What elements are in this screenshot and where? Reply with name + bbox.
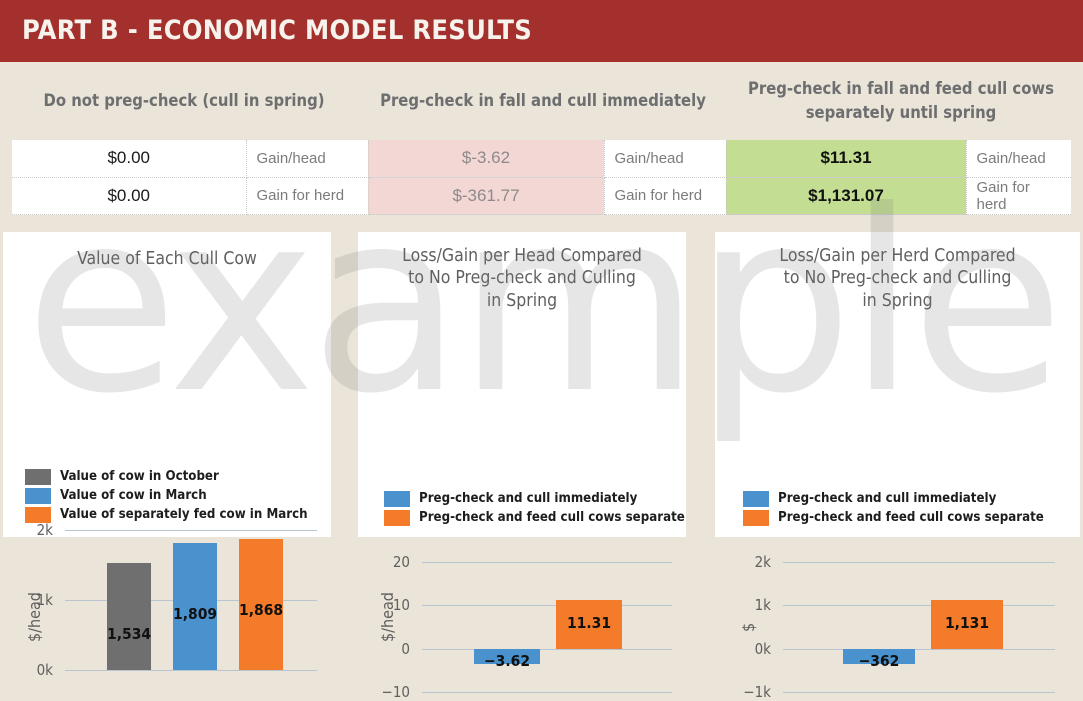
economic-results-table: $0.00 Gain/head $-3.62 Gain/head $11.31 … bbox=[12, 140, 1071, 216]
scenario-header-cull-immediately: Preg-check in fall and cull immediately bbox=[380, 91, 706, 111]
legend-swatch-feed-separate bbox=[384, 509, 410, 526]
scenario-header-feed-separately: Preg-check in fall and feed cull cows se… bbox=[748, 79, 1054, 122]
chart-value-of-each-cull-cow: Value of Each Cull Cow $/head 0k 1k 2k 1,53… bbox=[3, 232, 331, 679]
chart-plot-area: 0k 1k 2k 1,534 1,809 1,868 bbox=[37, 521, 317, 679]
gridline bbox=[65, 530, 317, 531]
cell-baseline-gain-head: $0.00 bbox=[12, 140, 247, 178]
legend-swatch-cull-immediately bbox=[743, 490, 769, 507]
chart-title-line: in Spring bbox=[862, 290, 933, 311]
chart-title-line: to No Preg-check and Culling bbox=[408, 268, 636, 289]
chart-legend: Preg-check and cull immediately Preg-che… bbox=[743, 490, 1044, 528]
y-axis-tick-label: 0k bbox=[754, 639, 771, 658]
label-baseline-gain-head: Gain/head bbox=[246, 140, 369, 178]
legend-item: Preg-check and feed cull cows separate bbox=[743, 509, 1044, 526]
chart-plot-area: −10 0 10 20 −3.62 11.31 bbox=[382, 553, 672, 701]
chart-y-axis-label: $/head bbox=[378, 592, 397, 642]
gridline bbox=[783, 562, 1055, 563]
label-feedsep-gain-herd: Gain for herd bbox=[966, 177, 1071, 216]
y-axis-tick-label: 0 bbox=[401, 639, 410, 658]
y-axis-tick-label: −10 bbox=[381, 683, 410, 701]
gridline bbox=[65, 670, 317, 671]
chart-title-line: in Spring bbox=[486, 290, 558, 311]
chart-plot-area: −1k 0k 1k 2k −362 1,131 bbox=[743, 553, 1055, 701]
legend-label: Value of cow in October bbox=[60, 469, 219, 484]
gridline bbox=[422, 692, 672, 693]
chart-title: Loss/Gain per Head Compared to No Preg-c… bbox=[358, 245, 686, 312]
page-header-band: PART B - ECONOMIC MODEL RESULTS bbox=[0, 0, 1083, 62]
legend-item: Value of cow in March bbox=[25, 487, 308, 504]
bar-data-label: −362 bbox=[858, 651, 900, 670]
legend-item: Value of cow in October bbox=[25, 468, 308, 485]
cell-baseline-gain-herd: $0.00 bbox=[12, 177, 247, 216]
bar-data-label: 1,534 bbox=[107, 624, 152, 643]
y-axis-tick-label: −1k bbox=[743, 683, 771, 701]
legend-swatch-feed-separate bbox=[743, 509, 769, 526]
cell-feedsep-gain-head: $11.31 bbox=[726, 140, 967, 178]
legend-item: Preg-check and feed cull cows separate bbox=[384, 509, 685, 526]
scenario-column-headers: Do not preg-check (cull in spring) Preg-… bbox=[0, 62, 1083, 140]
legend-item: Preg-check and cull immediately bbox=[743, 490, 1044, 507]
y-axis-tick-label: 2k bbox=[754, 553, 771, 571]
legend-label: Value of cow in March bbox=[60, 488, 207, 503]
chart-title-line: Loss/Gain per Herd Compared bbox=[779, 246, 1016, 266]
gridline bbox=[783, 648, 1055, 650]
gridline bbox=[783, 692, 1055, 693]
chart-title-line: Loss/Gain per Head Compared bbox=[402, 246, 642, 266]
chart-legend: Value of cow in October Value of cow in … bbox=[25, 468, 308, 525]
legend-label: Value of separately fed cow in March bbox=[60, 507, 308, 522]
cell-cullnow-gain-head: $-3.62 bbox=[368, 140, 605, 178]
legend-label: Preg-check and cull immediately bbox=[778, 491, 997, 506]
legend-swatch-march bbox=[25, 487, 51, 504]
legend-item: Value of separately fed cow in March bbox=[25, 506, 308, 523]
bar-0 bbox=[107, 562, 151, 670]
table-row: $0.00 Gain for herd $-361.77 Gain for he… bbox=[12, 177, 1071, 216]
legend-swatch-fed-march bbox=[25, 506, 51, 523]
bar-data-label: 1,868 bbox=[239, 601, 284, 620]
y-axis-tick-label: 0k bbox=[36, 661, 53, 679]
page-title: PART B - ECONOMIC MODEL RESULTS bbox=[22, 15, 533, 46]
legend-label: Preg-check and cull immediately bbox=[419, 491, 638, 506]
gridline bbox=[422, 648, 672, 650]
bar-data-label: 1,131 bbox=[944, 614, 990, 633]
legend-label: Preg-check and feed cull cows separate bbox=[778, 510, 1044, 525]
label-baseline-gain-herd: Gain for herd bbox=[246, 177, 369, 216]
chart-title: Value of Each Cull Cow bbox=[77, 249, 257, 269]
bar-data-label: −3.62 bbox=[483, 651, 531, 670]
label-cullnow-gain-head: Gain/head bbox=[604, 140, 727, 178]
label-cullnow-gain-herd: Gain for herd bbox=[604, 177, 727, 216]
gridline bbox=[422, 562, 672, 563]
legend-swatch-cull-immediately bbox=[384, 490, 410, 507]
label-feedsep-gain-head: Gain/head bbox=[966, 140, 1071, 178]
chart-title-line: to No Preg-check and Culling bbox=[783, 268, 1012, 289]
chart-loss-gain-per-herd: Loss/Gain per Herd Compared to No Preg-c… bbox=[715, 232, 1080, 701]
scenario-header-no-pregcheck: Do not preg-check (cull in spring) bbox=[43, 91, 325, 111]
bar-data-label: 1,809 bbox=[173, 605, 218, 624]
chart-y-axis-label: $/head bbox=[25, 592, 44, 642]
y-axis-tick-label: 1k bbox=[754, 596, 771, 615]
legend-item: Preg-check and cull immediately bbox=[384, 490, 685, 507]
cell-cullnow-gain-herd: $-361.77 bbox=[368, 177, 605, 216]
chart-y-axis-label: $ bbox=[739, 622, 758, 632]
table-row: $0.00 Gain/head $-3.62 Gain/head $11.31 … bbox=[12, 140, 1071, 178]
legend-label: Preg-check and feed cull cows separate bbox=[419, 510, 685, 525]
chart-legend: Preg-check and cull immediately Preg-che… bbox=[384, 490, 685, 528]
cell-feedsep-gain-herd: $1,131.07 bbox=[726, 177, 967, 216]
legend-swatch-october bbox=[25, 468, 51, 485]
gridline bbox=[422, 605, 672, 607]
chart-title: Loss/Gain per Herd Compared to No Preg-c… bbox=[715, 245, 1080, 312]
gridline bbox=[783, 605, 1055, 607]
bar-data-label: 11.31 bbox=[566, 614, 612, 633]
chart-loss-gain-per-head: Loss/Gain per Head Compared to No Preg-c… bbox=[358, 232, 686, 701]
y-axis-tick-label: 20 bbox=[392, 553, 410, 571]
